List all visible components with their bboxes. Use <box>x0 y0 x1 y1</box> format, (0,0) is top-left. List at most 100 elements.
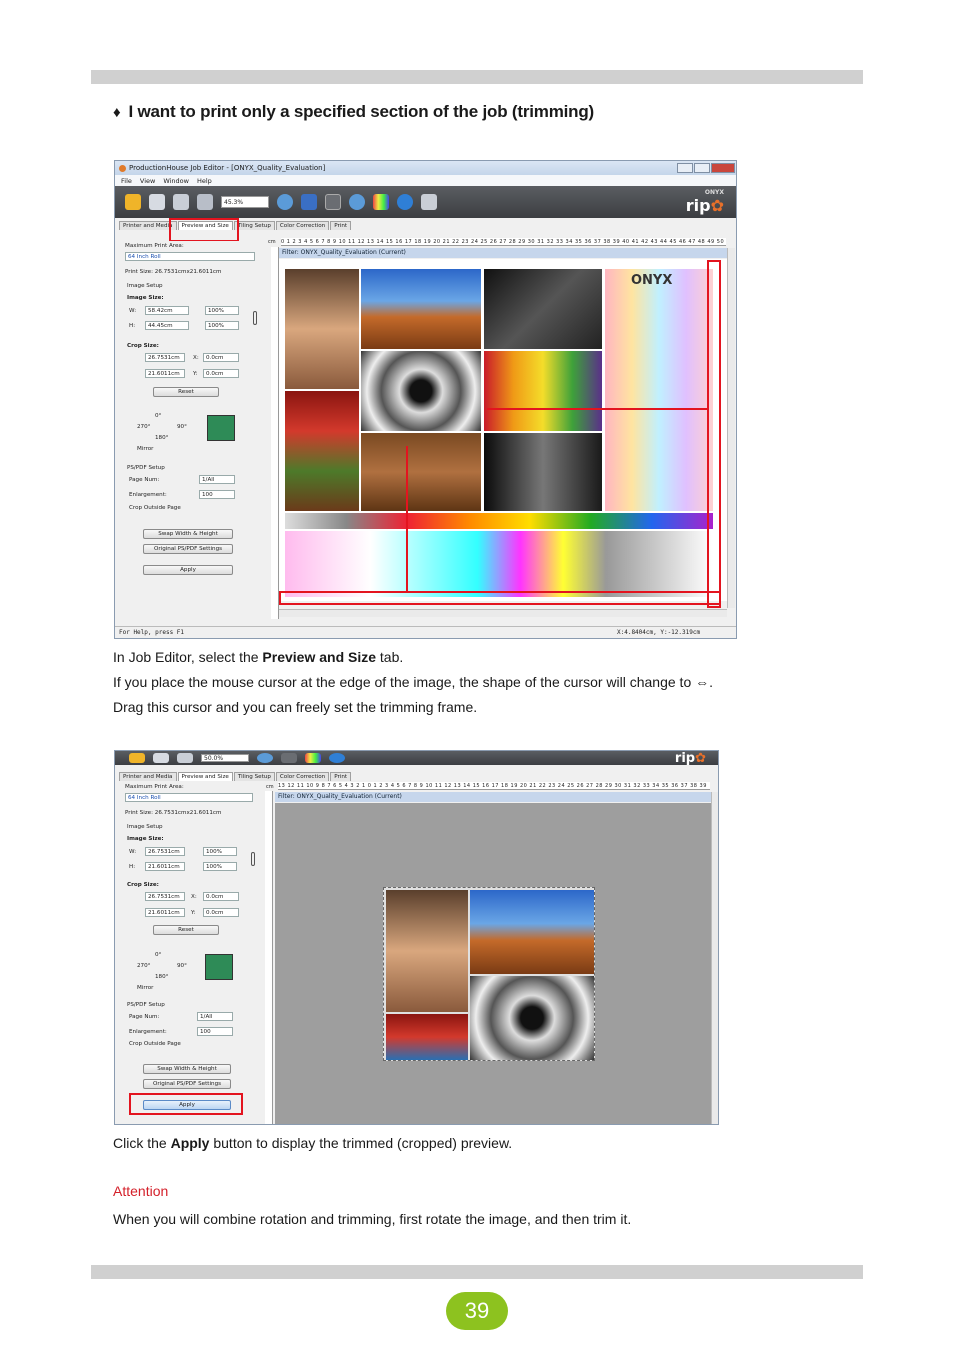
zoom-in-icon[interactable] <box>257 753 273 763</box>
image-size-label: Image Size: <box>127 295 164 301</box>
enlargement-input[interactable]: 100 <box>197 1027 233 1036</box>
open-folder-icon[interactable] <box>129 753 145 763</box>
page-num-input[interactable]: 1/All <box>199 475 235 484</box>
bookmark-icon[interactable] <box>301 194 317 210</box>
horizontal-scrollbar[interactable] <box>279 609 727 617</box>
menu-help[interactable]: Help <box>197 177 212 185</box>
link-chain-icon[interactable] <box>253 311 257 325</box>
crop-width-input[interactable]: 26.7531cm <box>145 892 185 901</box>
crop-icon[interactable] <box>281 753 297 763</box>
rotate-90-radio[interactable]: 90° <box>177 424 187 430</box>
vertical-scrollbar[interactable] <box>711 792 718 1124</box>
zoom-select[interactable]: 50.0% <box>201 754 249 762</box>
crop-height-input[interactable]: 21.6011cm <box>145 908 185 917</box>
tab-print[interactable]: Print <box>330 772 352 781</box>
menu-window[interactable]: Window <box>163 177 189 185</box>
printer-settings-icon[interactable] <box>197 194 213 210</box>
crop-y-input[interactable]: 0.0cm <box>203 369 239 378</box>
rotate-0-radio[interactable]: 0° <box>155 413 161 419</box>
enlargement-input[interactable]: 100 <box>199 490 235 499</box>
crop-height-input[interactable]: 21.6011cm <box>145 369 185 378</box>
zoom-select[interactable]: 45.3% <box>221 196 269 208</box>
pspdf-setup-label: PS/PDF Setup <box>127 465 165 471</box>
crop-outside-page-checkbox[interactable]: Crop Outside Page <box>129 505 181 511</box>
original-pspdf-settings-button[interactable]: Original PS/PDF Settings <box>143 1079 231 1089</box>
tab-color-correction[interactable]: Color Correction <box>275 772 330 781</box>
onyx-rip-logo: rip✿ <box>674 750 706 766</box>
minimize-button[interactable] <box>677 163 693 173</box>
reset-button[interactable]: Reset <box>153 387 219 397</box>
image-size-label: Image Size: <box>127 836 164 842</box>
status-coordinates: X:4.8404cm, Y:-12.319cm <box>617 629 701 636</box>
menu-file[interactable]: File <box>121 177 132 185</box>
mirror-checkbox[interactable]: Mirror <box>137 985 153 991</box>
instruction-select-tab: In Job Editor, select the Preview and Si… <box>113 648 403 666</box>
tab-printer-and-media[interactable]: Printer and Media <box>119 772 177 781</box>
tab-color-correction[interactable]: Color Correction <box>275 221 330 230</box>
print-size-text: Print Size: 26.7531cmx21.6011cm <box>125 269 222 275</box>
calibration-graphics <box>285 531 713 597</box>
zoom-out-icon[interactable] <box>349 194 365 210</box>
tab-tiling-setup[interactable]: Tiling Setup <box>233 772 275 781</box>
height-percent-input[interactable]: 100% <box>203 862 237 871</box>
width-input[interactable]: 58.42cm <box>145 306 189 315</box>
vertical-scrollbar[interactable] <box>727 248 735 608</box>
swap-width-height-button[interactable]: Swap Width & Height <box>143 1064 231 1074</box>
tab-printer-and-media[interactable]: Printer and Media <box>119 221 177 230</box>
tab-print[interactable]: Print <box>330 221 352 230</box>
crop-x-input[interactable]: 0.0cm <box>203 353 239 362</box>
close-button[interactable] <box>711 163 735 173</box>
open-folder-icon[interactable] <box>125 194 141 210</box>
save-icon[interactable] <box>149 194 165 210</box>
maximize-button[interactable] <box>694 163 710 173</box>
width-percent-input[interactable]: 100% <box>205 306 239 315</box>
rotate-180-radio[interactable]: 180° <box>155 435 168 441</box>
tab-preview-and-size[interactable]: Preview and Size <box>177 772 233 781</box>
toolbar: 45.3% ONYX rip✿ <box>115 186 736 218</box>
crop-outside-page-checkbox[interactable]: Crop Outside Page <box>129 1041 181 1047</box>
menu-view[interactable]: View <box>140 177 155 185</box>
link-chain-icon[interactable] <box>251 852 255 866</box>
reset-button[interactable]: Reset <box>153 925 219 935</box>
crop-y-input[interactable]: 0.0cm <box>203 908 239 917</box>
job-editor-screenshot-2: 50.0% rip✿ Printer and Media Preview and… <box>114 750 719 1125</box>
info-icon[interactable] <box>329 753 345 763</box>
desert-arch-image <box>470 890 594 974</box>
vertical-ruler <box>265 791 273 1124</box>
info-icon[interactable] <box>397 194 413 210</box>
width-input[interactable]: 26.7531cm <box>145 847 185 856</box>
save-icon[interactable] <box>153 753 169 763</box>
swap-width-height-button[interactable]: Swap Width & Height <box>143 529 233 539</box>
tab-tiling-setup[interactable]: Tiling Setup <box>233 221 275 230</box>
height-input[interactable]: 21.6011cm <box>145 862 185 871</box>
spiral-stair-image <box>470 976 594 1060</box>
print-icon[interactable] <box>177 753 193 763</box>
instruction-apply: Click the Apply button to display the tr… <box>113 1134 512 1152</box>
max-print-area-select[interactable]: 64 Inch Roll <box>125 793 253 802</box>
max-print-area-select[interactable]: 64 Inch Roll <box>125 252 255 261</box>
crop-x-input[interactable]: 0.0cm <box>203 892 239 901</box>
rotate-0-radio[interactable]: 0° <box>155 952 161 958</box>
instruction-text-1a: In Job Editor, select the <box>113 649 263 665</box>
width-percent-input[interactable]: 100% <box>203 847 237 856</box>
send-to-printer-icon[interactable] <box>421 194 437 210</box>
height-input[interactable]: 44.45cm <box>145 321 189 330</box>
zoom-in-icon[interactable] <box>277 194 293 210</box>
crop-icon[interactable] <box>325 194 341 210</box>
rotate-270-radio[interactable]: 270° <box>137 963 150 969</box>
crop-y-label: Y: <box>191 910 196 916</box>
crop-width-input[interactable]: 26.7531cm <box>145 353 185 362</box>
rotate-180-radio[interactable]: 180° <box>155 974 168 980</box>
color-grid-icon[interactable] <box>305 753 321 763</box>
status-help-text: For Help, press F1 <box>119 629 185 636</box>
apply-button[interactable]: Apply <box>143 565 233 575</box>
rotate-90-radio[interactable]: 90° <box>177 963 187 969</box>
original-pspdf-settings-button[interactable]: Original PS/PDF Settings <box>143 544 233 554</box>
height-percent-input[interactable]: 100% <box>205 321 239 330</box>
page-num-input[interactable]: 1/All <box>197 1012 233 1021</box>
onyx-brand-text: ONYX <box>631 273 673 288</box>
mirror-checkbox[interactable]: Mirror <box>137 446 153 452</box>
rotate-270-radio[interactable]: 270° <box>137 424 150 430</box>
color-grid-icon[interactable] <box>373 194 389 210</box>
print-icon[interactable] <box>173 194 189 210</box>
